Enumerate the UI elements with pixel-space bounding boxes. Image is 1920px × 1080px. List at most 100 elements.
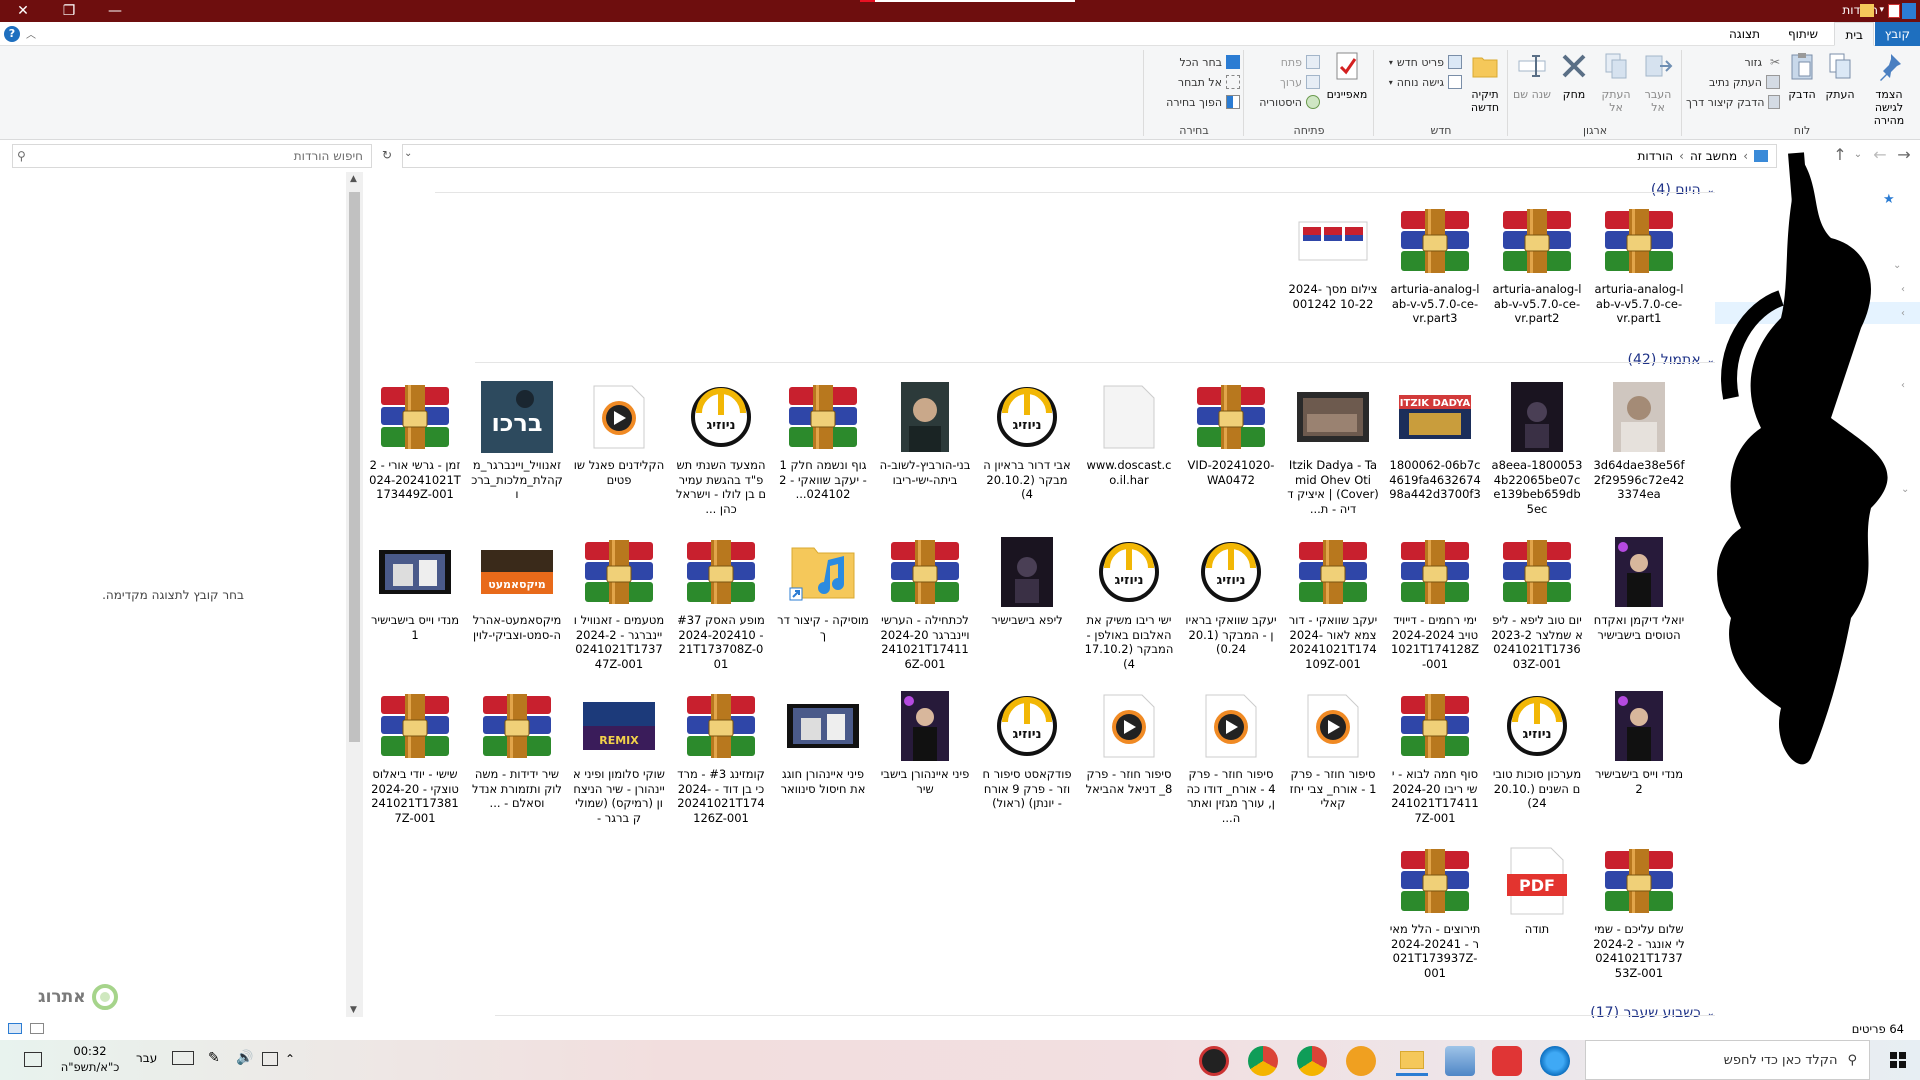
address-bar[interactable]: › מחשב זה › הורדות (402, 144, 1777, 168)
file-item[interactable]: צילום מסך 2024-10-22 001242 (1287, 202, 1379, 311)
restore-button[interactable]: ❐ (46, 0, 92, 22)
file-explorer-taskbar-button[interactable] (1396, 1046, 1428, 1076)
delete-button[interactable]: מחק (1554, 50, 1594, 101)
file-item[interactable]: arturia-analog-lab-v-v5.7.0-ce-vr.part2 (1491, 202, 1583, 326)
file-item[interactable]: ליפא בישבישיר (981, 533, 1073, 628)
taskbar-search[interactable]: ⚲ הקלד כאן כדי לחפש (1585, 1040, 1870, 1080)
pin-quick-access-button[interactable]: הצמד לגישה מהירה (1860, 50, 1918, 127)
network-icon[interactable] (262, 1052, 278, 1066)
invert-selection-button[interactable]: הפוך בחירה (1148, 92, 1240, 112)
file-item[interactable]: קומזינג #3 - מרדכי בן דוד - 2024-2024102… (675, 687, 767, 825)
file-item[interactable]: לכתחילה - הערשי ויינברגר 2024-20241021T1… (879, 533, 971, 671)
new-item-button[interactable]: פריט חדש ▾ (1382, 52, 1462, 72)
chevron-down-icon[interactable]: ▾ (1879, 5, 1884, 15)
rename-button[interactable]: שנה שם (1512, 50, 1552, 101)
scrollbar-thumb[interactable] (349, 192, 360, 742)
tab-home[interactable]: בית (1834, 22, 1874, 46)
recorder-app-icon[interactable] (1492, 1046, 1522, 1076)
paste-button[interactable]: הדבק (1784, 50, 1820, 101)
close-button[interactable]: ✕ (0, 0, 46, 22)
file-item[interactable]: 1800053-a8eea4b22065be07ce139beb659db5ec (1491, 378, 1583, 516)
properties-quick-icon[interactable] (1888, 4, 1900, 18)
file-item[interactable]: פיני איינהורן בישבישיר (879, 687, 971, 796)
file-item[interactable]: סוף חמה לבוא - ישי ריבו 2024-20241021T17… (1389, 687, 1481, 825)
collapse-ribbon-icon[interactable]: ︿ (26, 26, 36, 41)
file-item[interactable]: PDF תודה (1491, 842, 1583, 937)
breadcrumb-downloads[interactable]: הורדות (1638, 149, 1674, 163)
new-folder-button[interactable]: תיקיה חדשה (1466, 50, 1504, 114)
paste-shortcut-button[interactable]: הדבק קיצור דרך (1686, 92, 1780, 112)
file-item[interactable]: VID-20241020-WA0472 (1185, 378, 1277, 487)
select-none-button[interactable]: אל תבחר (1148, 72, 1240, 92)
file-item[interactable]: ברכו זאנוויל_ויינברגר_מקהלת_מלכות_ברכו (471, 378, 563, 502)
file-item[interactable]: www.doscast.co.il.har (1083, 378, 1175, 487)
move-to-button[interactable]: העבר אל (1638, 50, 1678, 114)
file-item[interactable]: מוסיקה - קיצור דרך (777, 533, 869, 642)
copy-path-button[interactable]: העתק נתיב (1686, 72, 1780, 92)
file-item[interactable]: פיני איינהורן חוגג את חיסול סינוואר (777, 687, 869, 796)
notifications-icon[interactable] (24, 1052, 42, 1067)
file-item[interactable]: גוף ונשמה חלק 1 - יעקב שוואקי - 2024102.… (777, 378, 869, 502)
file-item[interactable]: שלום עליכם - שמילי אונגר - 2024-20241021… (1593, 842, 1685, 980)
file-item[interactable]: בני-הורביץ-לשוב-הביתה-ישי-ריבו (879, 378, 971, 487)
file-item[interactable]: מטעמים - זאנוויל ויינברגר - 2024-2024102… (573, 533, 665, 671)
scroll-up-arrow-icon[interactable]: ▲ (350, 174, 357, 184)
copy-to-button[interactable]: העתק אל (1596, 50, 1636, 114)
file-item[interactable]: מופע האסק #37 - 2024-20241021T173708Z-00… (675, 533, 767, 671)
chrome-icon[interactable] (1248, 1046, 1278, 1076)
tab-file[interactable]: קובץ (1874, 22, 1920, 46)
language-indicator[interactable]: עבר (136, 1051, 157, 1065)
file-item[interactable]: ניוזיג אבי דרור בראיון המבקר (20.10.24) (981, 378, 1073, 502)
file-item[interactable]: מנדי וייס בישבישיר 2 (1593, 687, 1685, 796)
pin-down-icon[interactable] (1902, 3, 1916, 19)
vertical-scrollbar[interactable]: ▲ ▼ (346, 172, 363, 1017)
file-item[interactable]: סיפור חוזר - פרק 4 - אורח_ דודו כהן, עור… (1185, 687, 1277, 825)
windows-start-icon[interactable] (1890, 1052, 1906, 1068)
file-item[interactable]: ניוזיג מערכון סוכות טובים השנים (20.10.24… (1491, 687, 1583, 811)
media-player-icon[interactable] (1199, 1046, 1229, 1076)
edge-icon[interactable] (1540, 1046, 1570, 1076)
file-item[interactable]: REMIX שוקי סלומון ופיני איינהורן - שיר הנ… (573, 687, 665, 825)
file-item[interactable]: ימי רחמים - דייויד טויב 2024-20241021T17… (1389, 533, 1481, 671)
edit-button[interactable]: ערוך (1250, 72, 1320, 92)
cut-button[interactable]: ✂ גזור (1686, 52, 1780, 72)
history-button[interactable]: היסטוריה (1250, 92, 1320, 112)
refresh-icon[interactable]: ↻ (382, 148, 392, 162)
file-item[interactable]: ניוזיג פודקאסט סיפור חוזר - פרק 9 אורח - … (981, 687, 1073, 811)
easy-access-button[interactable]: גישה נוחה ▾ (1382, 72, 1462, 92)
clock[interactable]: 00:32 כ"א/תשפ"ה (60, 1043, 120, 1075)
keyboard-icon[interactable] (172, 1051, 194, 1065)
copy-button[interactable]: העתק (1822, 50, 1858, 101)
chrome-icon[interactable] (1297, 1046, 1327, 1076)
file-item[interactable]: ניוזיג ישי ריבו משיק את האלבום באולפן - ה… (1083, 533, 1175, 671)
file-item[interactable]: יואלי דיקמן ואקדח הטוסים בישבישיר (1593, 533, 1685, 642)
file-item[interactable]: 3d64dae38e56f2f29596c72e423374ea (1593, 378, 1685, 502)
select-all-button[interactable]: בחר הכל (1148, 52, 1240, 72)
file-item[interactable]: מיקסאמעט מיקסאמעט-אהרלה-סמט-וצביקי-לוין (471, 533, 563, 642)
file-item[interactable]: Itzik Dadya - Tamid Ohev Oti (Cover) | א… (1287, 378, 1379, 516)
properties-button[interactable]: מאפיינים (1324, 50, 1370, 101)
search-app-icon[interactable] (1346, 1046, 1376, 1076)
file-item[interactable]: שיר ידידות - משה לוק ותזמורת אנדלוסאלם -… (471, 687, 563, 811)
large-icons-view-icon[interactable] (30, 1023, 44, 1034)
file-item[interactable]: arturia-analog-lab-v-v5.7.0-ce-vr.part1 (1593, 202, 1685, 326)
help-icon[interactable]: ? (4, 26, 20, 42)
scroll-down-arrow-icon[interactable]: ▼ (350, 1005, 357, 1015)
file-item[interactable]: סיפור חוזר - פרק 1 - אורח_ צבי יחזקאלי (1287, 687, 1379, 811)
pc-app-icon[interactable] (1445, 1046, 1475, 1076)
file-item[interactable]: שישי - יודי ביאלוסטוצקי - 2024-20241021T… (369, 687, 461, 825)
file-item[interactable]: ניוזיג המצעד השנתי תשפ"ד בהגשת עמירם בן ל… (675, 378, 767, 516)
search-input[interactable]: חיפוש הורדות ⚲ (12, 144, 372, 168)
minimize-button[interactable]: — (92, 0, 138, 22)
file-item[interactable]: arturia-analog-lab-v-v5.7.0-ce-vr.part3 (1389, 202, 1481, 326)
group-header-yesterday[interactable]: ⌄ אתמול (42) (1628, 352, 1715, 368)
file-item[interactable]: מנדי וייס בישבישיר 1 (369, 533, 461, 642)
open-button[interactable]: פתח (1250, 52, 1320, 72)
details-view-icon[interactable] (8, 1023, 22, 1034)
show-hidden-icons-icon[interactable]: ⌃ (285, 1052, 295, 1066)
address-dropdown-icon[interactable]: ⌄ (404, 148, 412, 159)
group-header-today[interactable]: ⌄ היום (4) (1651, 182, 1715, 198)
file-item[interactable]: זמן - גרשי אורי - 2024-20241021T173449Z-… (369, 378, 461, 502)
file-item[interactable]: ITZIK DADYA 1800062-06b7c4619fa463267498a… (1389, 378, 1481, 502)
tab-view[interactable]: תצוגה (1719, 22, 1770, 46)
